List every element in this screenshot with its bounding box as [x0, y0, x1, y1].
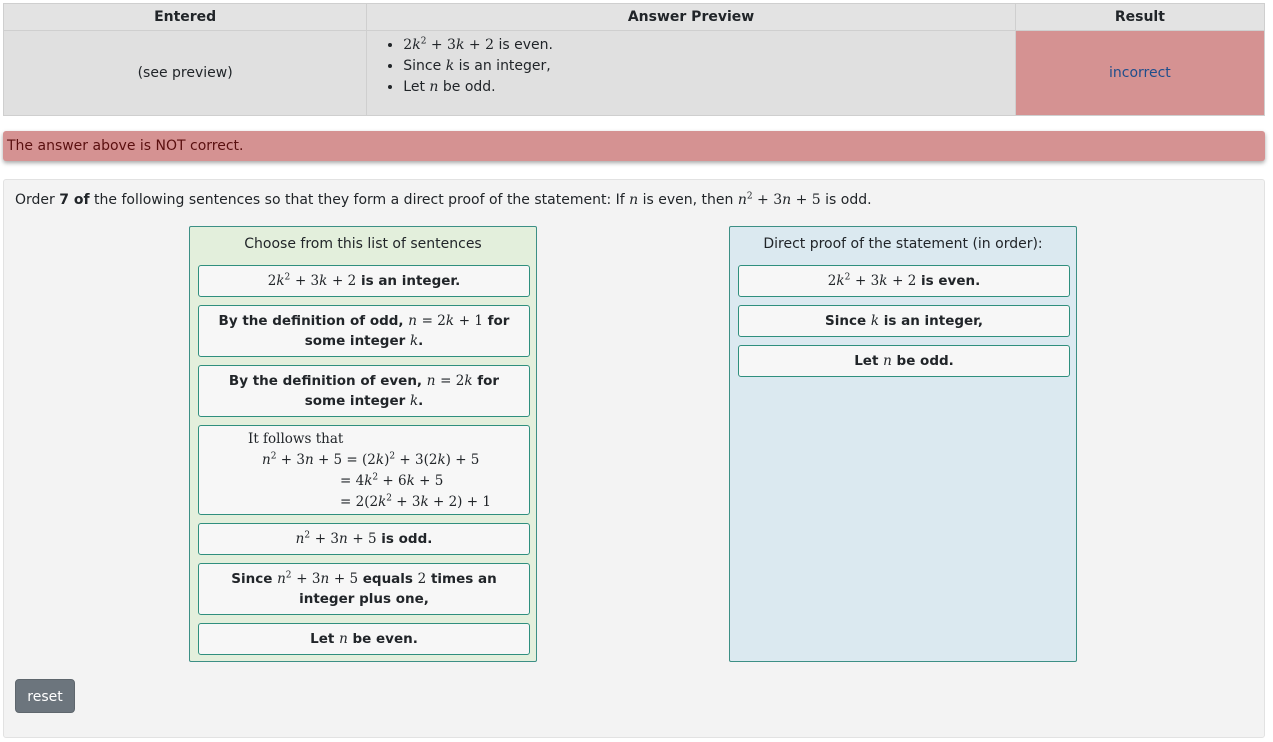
header-entered: Entered — [2, 3, 368, 31]
sentence-item-def-even[interactable]: By the definition of even, n = 2k for so… — [198, 365, 530, 417]
proof-item-even[interactable]: 2k2 + 3k + 2 is even. — [738, 265, 1070, 297]
problem-prompt: Order 7 of the following sentences so th… — [15, 191, 872, 208]
incorrect-alert: The answer above is NOT correct. — [3, 131, 1265, 161]
sentence-item-integer[interactable]: 2k2 + 3k + 2 is an integer. — [198, 265, 530, 297]
source-sentence-list[interactable]: Choose from this list of sentences 2k2 +… — [189, 226, 537, 662]
answer-preview-cell: 2k2 + 3k + 2 is even. Since k is an inte… — [366, 30, 1016, 116]
proof-list-title: Direct proof of the statement (in order)… — [763, 236, 1043, 252]
entered-cell: (see preview) — [2, 30, 368, 116]
sentence-item-def-odd[interactable]: By the definition of odd, n = 2k + 1 for… — [198, 305, 530, 357]
preview-item: Since k is an integer, — [403, 56, 1015, 77]
proof-item-let-odd[interactable]: Let n be odd. — [738, 345, 1070, 377]
problem-panel: Order 7 of the following sentences so th… — [3, 179, 1265, 738]
source-list-title: Choose from this list of sentences — [244, 236, 482, 252]
sentence-item-since-equals[interactable]: Since n2 + 3n + 5 equals 2 times an inte… — [198, 563, 530, 615]
header-result: Result — [1014, 3, 1266, 31]
sentence-item-let-even[interactable]: Let n be even. — [198, 623, 530, 655]
header-answer-preview: Answer Preview — [366, 3, 1016, 31]
proof-order-list[interactable]: Direct proof of the statement (in order)… — [729, 226, 1077, 662]
proof-item-since-integer[interactable]: Since k is an integer, — [738, 305, 1070, 337]
preview-item: 2k2 + 3k + 2 is even. — [403, 35, 1015, 56]
result-cell: incorrect — [1014, 30, 1266, 116]
sentence-item-odd[interactable]: n2 + 3n + 5 is odd. — [198, 523, 530, 555]
results-table: Entered Answer Preview Result (see previ… — [2, 3, 1266, 116]
reset-button[interactable]: reset — [15, 679, 75, 713]
preview-item: Let n be odd. — [403, 77, 1015, 98]
sentence-item-it-follows[interactable]: It follows that n2 + 3n + 5 = (2k)2 + 3(… — [198, 425, 530, 515]
